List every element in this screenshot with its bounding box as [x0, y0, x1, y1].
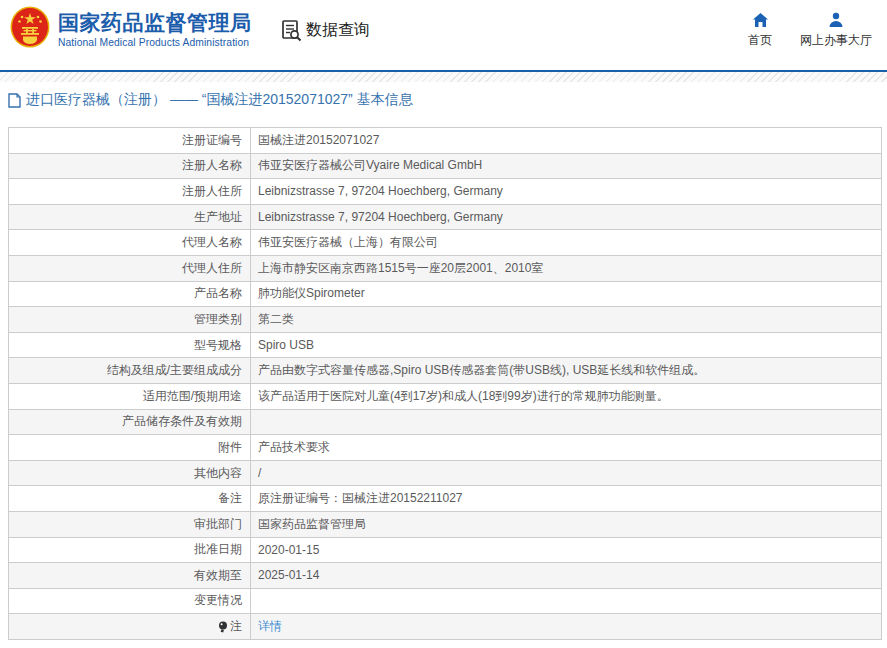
data-query-label: 数据查询	[306, 20, 370, 41]
table-row: 适用范围/预期用途该产品适用于医院对儿童(4到17岁)和成人(18到99岁)进行…	[9, 383, 881, 409]
row-label: 适用范围/预期用途	[9, 384, 251, 409]
detail-link[interactable]: 详情	[258, 618, 282, 635]
table-row: 审批部门国家药品监督管理局	[9, 511, 881, 537]
row-label: 结构及组成/主要组成成分	[9, 358, 251, 383]
row-value: 2025-01-14	[251, 563, 881, 588]
row-value: /	[251, 461, 881, 486]
page-icon	[8, 93, 21, 108]
row-label: 审批部门	[9, 512, 251, 537]
table-row: 生产地址Leibnizstrasse 7, 97204 Hoechberg, G…	[9, 204, 881, 230]
table-row: 变更情况	[9, 588, 881, 614]
table-row: 有效期至2025-01-14	[9, 562, 881, 588]
row-label: 批准日期	[9, 538, 251, 563]
table-row: 注册人住所Leibnizstrasse 7, 97204 Hoechberg, …	[9, 178, 881, 204]
row-value: 上海市静安区南京西路1515号一座20层2001、2010室	[251, 256, 881, 281]
row-value: Leibnizstrasse 7, 97204 Hoechberg, Germa…	[251, 205, 881, 230]
table-row: 注册人名称伟亚安医疗器械公司Vyaire Medical GmbH	[9, 153, 881, 179]
row-label: 型号规格	[9, 333, 251, 358]
row-value: 第二类	[251, 307, 881, 332]
row-value: Leibnizstrasse 7, 97204 Hoechberg, Germa…	[251, 179, 881, 204]
row-value: 原注册证编号：国械注进20152211027	[251, 486, 881, 511]
row-label: 备注	[9, 486, 251, 511]
row-label: 注册人住所	[9, 179, 251, 204]
header: 国家药品监督管理局 National Medical Products Admi…	[0, 0, 887, 70]
row-value: 2020-01-15	[251, 538, 881, 563]
row-label: 生产地址	[9, 205, 251, 230]
row-value: 产品技术要求	[251, 435, 881, 460]
row-value: 国械注进20152071027	[251, 128, 881, 153]
table-row: 型号规格Spiro USB	[9, 332, 881, 358]
table-row: 结构及组成/主要组成成分产品由数字式容量传感器,Spiro USB传感器套筒(带…	[9, 357, 881, 383]
row-value: Spiro USB	[251, 333, 881, 358]
row-label: 变更情况	[9, 589, 251, 614]
table-row: 注册证编号国械注进20152071027	[9, 128, 881, 153]
table-row: 代理人住所上海市静安区南京西路1515号一座20层2001、2010室	[9, 255, 881, 281]
row-label: 代理人住所	[9, 256, 251, 281]
national-emblem-logo	[10, 6, 50, 48]
row-label: 管理类别	[9, 307, 251, 332]
row-value: 肺功能仪Spirometer	[251, 282, 881, 307]
table-row: 代理人名称伟亚安医疗器械（上海）有限公司	[9, 229, 881, 255]
table-row: 备注原注册证编号：国械注进20152211027	[9, 485, 881, 511]
site-subtitle: National Medical Products Administration	[58, 37, 252, 48]
info-table: 注册证编号国械注进20152071027注册人名称伟亚安医疗器械公司Vyaire…	[8, 127, 882, 640]
row-label: 注册证编号	[9, 128, 251, 153]
nav-online-hall[interactable]: 网上办事大厅	[800, 12, 872, 49]
nav-home-label: 首页	[748, 32, 772, 49]
table-row: 产品储存条件及有效期	[9, 409, 881, 435]
bulb-icon	[218, 621, 228, 633]
breadcrumb-text: 进口医疗器械（注册） —— “国械注进20152071027” 基本信息	[26, 91, 413, 109]
row-value: 伟亚安医疗器械（上海）有限公司	[251, 230, 881, 255]
document-search-icon	[281, 19, 303, 42]
nav-online-hall-label: 网上办事大厅	[800, 32, 872, 49]
table-row: 其他内容/	[9, 460, 881, 486]
row-label: 附件	[9, 435, 251, 460]
header-nav: 首页 网上办事大厅	[748, 12, 872, 49]
row-label: 注册人名称	[9, 154, 251, 179]
nav-home[interactable]: 首页	[748, 12, 772, 49]
site-title: 国家药品监督管理局	[58, 11, 252, 34]
user-icon	[828, 12, 844, 28]
table-row: 附件产品技术要求	[9, 434, 881, 460]
row-value	[251, 589, 881, 614]
row-value	[251, 410, 881, 435]
table-row: 注详情	[9, 613, 881, 639]
table-row: 批准日期2020-01-15	[9, 537, 881, 563]
hatched-strip	[0, 72, 887, 82]
row-label: 产品储存条件及有效期	[9, 410, 251, 435]
data-query-tab[interactable]: 数据查询	[281, 19, 370, 42]
row-label: 其他内容	[9, 461, 251, 486]
row-label: 有效期至	[9, 563, 251, 588]
row-value: 详情	[251, 614, 881, 639]
breadcrumb: 进口医疗器械（注册） —— “国械注进20152071027” 基本信息	[8, 92, 887, 108]
row-value: 产品由数字式容量传感器,Spiro USB传感器套筒(带USB线), USB延长…	[251, 358, 881, 383]
row-label: 产品名称	[9, 282, 251, 307]
row-label: 注	[9, 614, 251, 639]
table-row: 管理类别第二类	[9, 306, 881, 332]
row-value: 该产品适用于医院对儿童(4到17岁)和成人(18到99岁)进行的常规肺功能测量。	[251, 384, 881, 409]
table-row: 产品名称肺功能仪Spirometer	[9, 281, 881, 307]
row-value: 国家药品监督管理局	[251, 512, 881, 537]
home-icon	[752, 12, 769, 28]
site-title-block: 国家药品监督管理局 National Medical Products Admi…	[58, 11, 252, 48]
row-value: 伟亚安医疗器械公司Vyaire Medical GmbH	[251, 154, 881, 179]
row-label: 代理人名称	[9, 230, 251, 255]
